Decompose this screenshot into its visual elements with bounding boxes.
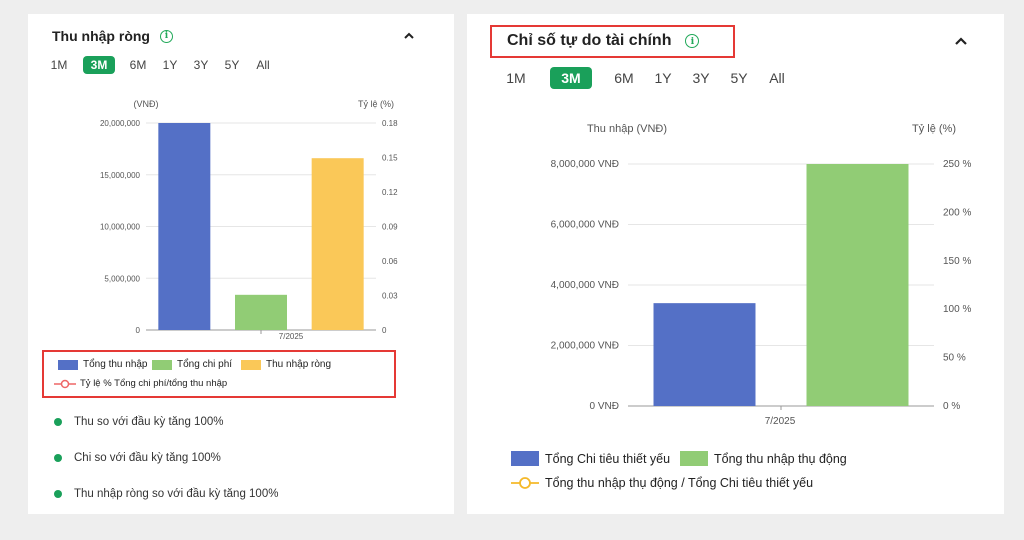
legend-item-essential-spending[interactable]: Tổng Chi tiêu thiết yếu <box>511 451 670 466</box>
tab-6m[interactable]: 6M <box>611 67 637 89</box>
tab-5y[interactable]: 5Y <box>727 67 751 89</box>
tick-label: 0.06 <box>382 257 398 266</box>
stat-expense-change: Chi so với đầu kỳ tăng 100% <box>54 452 221 464</box>
tick-label: 5,000,000 <box>104 274 140 283</box>
tab-3m[interactable]: 3M <box>83 56 115 74</box>
left-axis-ticks: 8,000,000 VNĐ 6,000,000 VNĐ 4,000,000 VN… <box>551 159 619 412</box>
right-axis-ticks: 250 % 200 % 150 % 100 % 50 % 0 % <box>943 159 971 412</box>
financial-freedom-chart: Thu nhập (VNĐ) Tỷ lệ (%) 8,000,000 VNĐ 6… <box>551 123 972 424</box>
legend-swatch <box>680 451 708 466</box>
time-range-tabs: 1M 3M 6M 1Y 3Y 5Y All <box>503 67 789 89</box>
tab-5y[interactable]: 5Y <box>220 56 244 74</box>
financial-freedom-header: Chỉ số tự do tài chính i <box>507 32 700 50</box>
legend-line-marker <box>511 477 539 489</box>
left-axis-unit: Thu nhập (VNĐ) <box>587 123 667 135</box>
tick-label: 0.18 <box>382 119 398 128</box>
net-income-title: Thu nhập ròng <box>52 28 150 44</box>
tick-label: 8,000,000 VNĐ <box>551 159 619 170</box>
bullet-dot <box>54 454 62 462</box>
tick-label: 100 % <box>943 304 971 315</box>
chevron-up-icon[interactable] <box>403 31 415 41</box>
legend-line-marker <box>54 379 76 388</box>
info-icon[interactable]: i <box>159 29 173 43</box>
legend-label: Tổng thu nhập <box>83 359 148 370</box>
tab-3y[interactable]: 3Y <box>189 56 213 74</box>
tick-label: 50 % <box>943 353 966 364</box>
right-axis-unit: Tỷ lệ (%) <box>912 123 956 135</box>
tab-6m[interactable]: 6M <box>126 56 150 74</box>
legend-label: Tổng Chi tiêu thiết yếu <box>545 451 671 466</box>
tick-label: 0.09 <box>382 223 398 232</box>
tick-label: 0.03 <box>382 292 398 301</box>
tick-label: 0 <box>382 326 387 335</box>
legend-item-total-income[interactable]: Tổng thu nhập <box>58 359 148 370</box>
tick-label: 10,000,000 <box>100 223 141 232</box>
legend-item-net-income[interactable]: Thu nhập ròng <box>241 359 331 370</box>
net-income-chart: (VNĐ) Tỷ lệ (%) 20,000,000 15,000,000 10… <box>100 99 398 341</box>
bar-2[interactable] <box>235 294 287 330</box>
financial-freedom-panel: Chỉ số tự do tài chính i 1M 3M 6M 1Y 3Y … <box>467 14 1004 514</box>
tab-all[interactable]: All <box>765 67 789 89</box>
legend-label: Tổng chi phí <box>177 359 233 370</box>
stat-net-income-change: Thu nhập ròng so với đầu kỳ tăng 100% <box>54 488 278 500</box>
tick-label: 200 % <box>943 207 971 218</box>
legend-swatch <box>241 359 261 370</box>
tick-label: 15,000,000 <box>100 171 141 180</box>
tick-label: 20,000,000 <box>100 119 141 128</box>
stat-income-change: Thu so với đầu kỳ tăng 100% <box>54 416 223 428</box>
tick-label: 6,000,000 VNĐ <box>551 220 619 231</box>
tick-label: 0.12 <box>382 188 398 197</box>
net-income-header: Thu nhập ròng i <box>52 28 173 44</box>
tick-label: 0.15 <box>382 154 398 163</box>
left-axis-ticks: 20,000,000 15,000,000 10,000,000 5,000,0… <box>100 119 141 335</box>
x-tick-label: 7/2025 <box>765 416 796 424</box>
bar-3[interactable] <box>311 158 364 330</box>
tab-3m[interactable]: 3M <box>550 67 592 89</box>
bullet-dot <box>54 490 62 498</box>
legend-swatch <box>152 359 172 370</box>
legend-label: Tổng thu nhập thụ động / Tổng Chi tiêu t… <box>545 476 814 490</box>
bullet-dot <box>54 418 62 426</box>
net-income-panel: Thu nhập ròng i 1M 3M 6M 1Y 3Y 5Y All (V… <box>28 14 454 514</box>
time-range-tabs: 1M 3M 6M 1Y 3Y 5Y All <box>44 56 275 74</box>
legend-item-ratio[interactable]: Tổng thu nhập thụ động / Tổng Chi tiêu t… <box>511 476 813 490</box>
bar-1[interactable] <box>158 123 211 330</box>
legend-label: Tổng thu nhập thụ động <box>714 451 847 466</box>
tab-1m[interactable]: 1M <box>44 56 74 74</box>
tick-label: 150 % <box>943 256 971 267</box>
tick-label: 2,000,000 VNĐ <box>551 341 619 352</box>
stat-text: Thu nhập ròng so với đầu kỳ tăng 100% <box>74 488 279 500</box>
tick-label: 0 % <box>943 401 960 412</box>
chevron-up-icon[interactable] <box>954 36 968 47</box>
stat-text: Thu so với đầu kỳ tăng 100% <box>74 416 224 428</box>
legend-swatch <box>511 451 539 466</box>
tick-label: 0 <box>136 326 141 335</box>
tick-label: 250 % <box>943 159 971 170</box>
tab-all[interactable]: All <box>251 56 275 74</box>
legend-label: Thu nhập ròng <box>266 359 332 370</box>
tab-1y[interactable]: 1Y <box>651 67 675 89</box>
legend-item-passive-income[interactable]: Tổng thu nhập thụ động <box>680 451 847 466</box>
stat-text: Chi so với đầu kỳ tăng 100% <box>74 452 221 464</box>
bar-1[interactable] <box>653 303 756 406</box>
legend-label: Tỷ lệ % Tổng chi phí/tổng thu nhập <box>80 378 228 389</box>
x-tick-label: 7/2025 <box>279 332 304 341</box>
tab-3y[interactable]: 3Y <box>689 67 713 89</box>
legend-item-total-expense[interactable]: Tổng chi phí <box>152 359 232 370</box>
tick-label: 0 VNĐ <box>590 401 619 412</box>
left-axis-unit: (VNĐ) <box>134 99 159 109</box>
right-axis-ticks: 0.18 0.15 0.12 0.09 0.06 0.03 0 <box>382 119 398 335</box>
bar-2[interactable] <box>806 164 909 406</box>
tick-label: 4,000,000 VNĐ <box>551 280 619 291</box>
legend-swatch <box>58 359 78 370</box>
tab-1m[interactable]: 1M <box>503 67 529 89</box>
legend-highlight-box <box>42 350 396 398</box>
legend-item-expense-ratio[interactable]: Tỷ lệ % Tổng chi phí/tổng thu nhập <box>54 378 227 389</box>
right-axis-unit: Tỷ lệ (%) <box>358 99 394 109</box>
financial-freedom-title: Chỉ số tự do tài chính <box>507 32 672 49</box>
info-icon[interactable]: i <box>685 34 700 48</box>
tab-1y[interactable]: 1Y <box>158 56 182 74</box>
